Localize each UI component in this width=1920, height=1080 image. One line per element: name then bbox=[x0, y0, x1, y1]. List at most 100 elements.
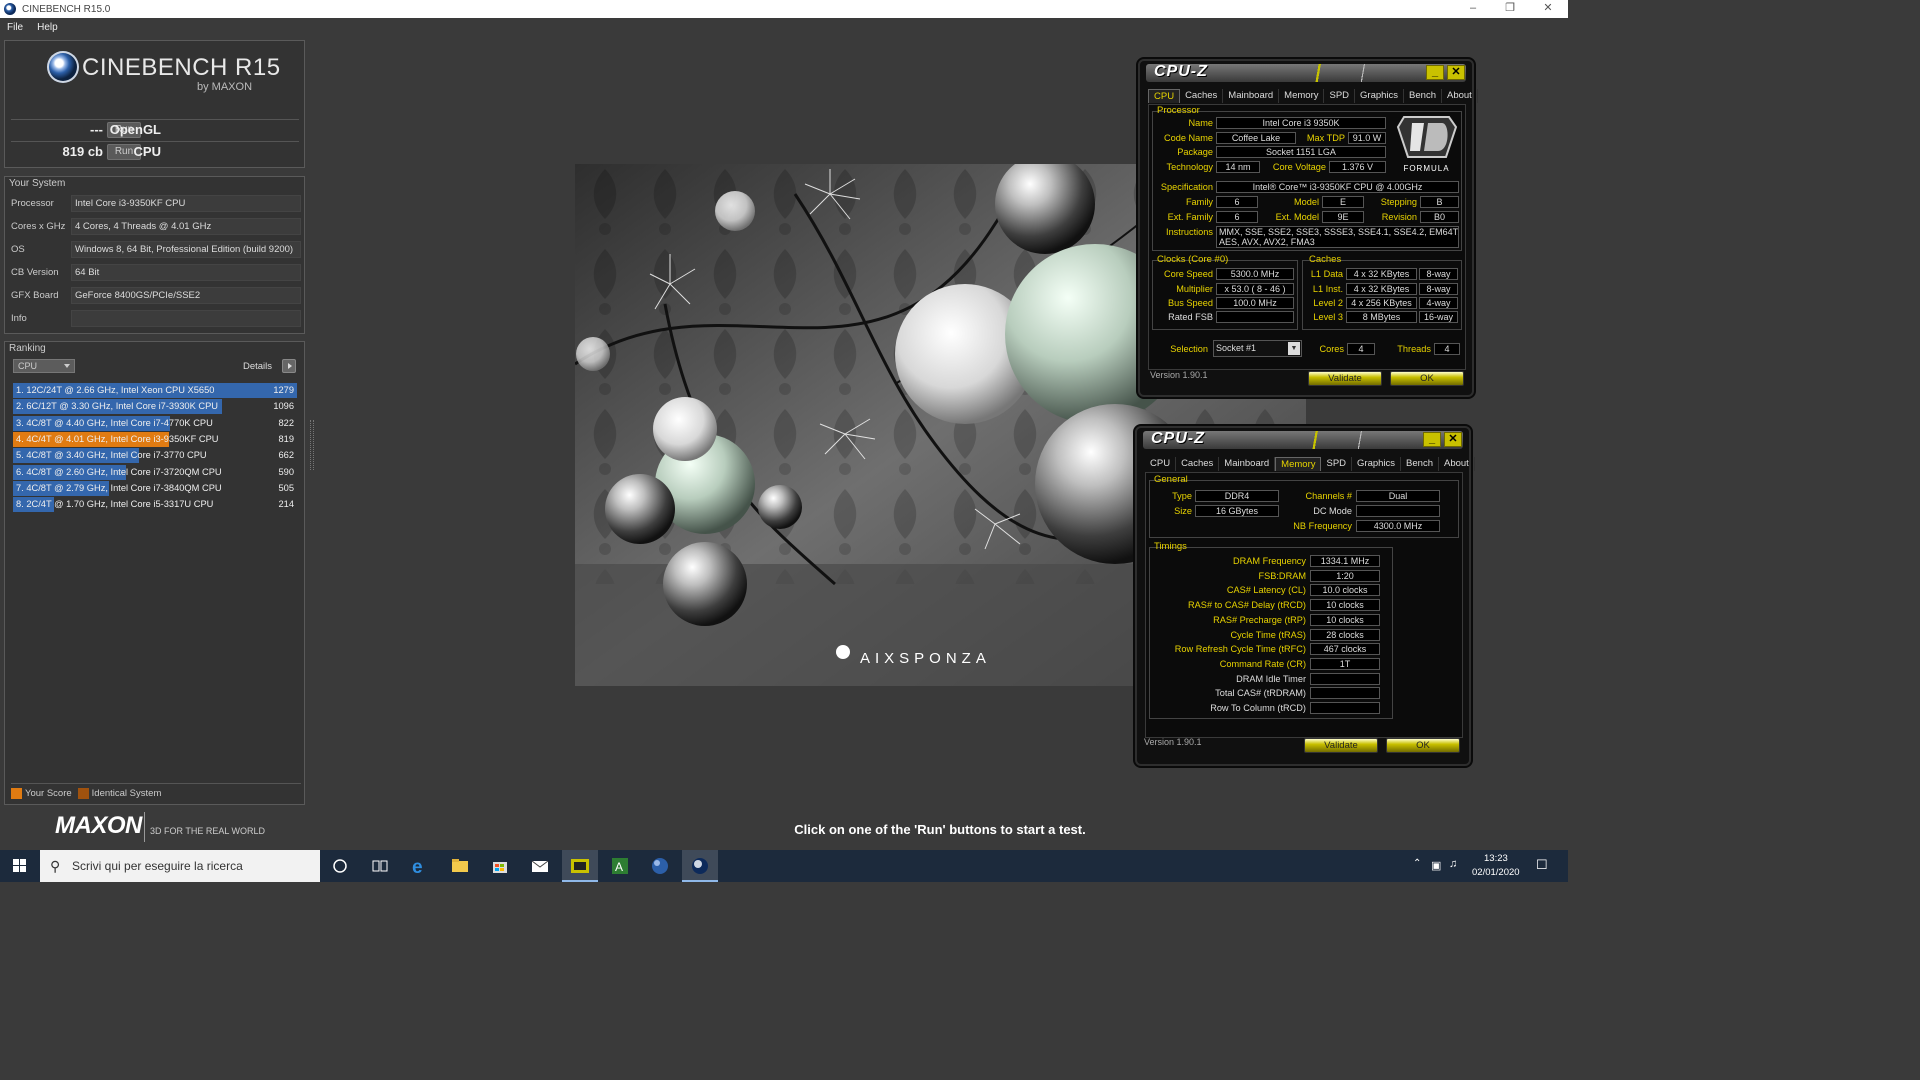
ok-button[interactable]: OK bbox=[1390, 371, 1464, 386]
revision-value: B0 bbox=[1420, 211, 1459, 223]
ranking-row[interactable]: 8. 2C/4T @ 1.70 GHz, Intel Core i5-3317U… bbox=[13, 497, 297, 513]
timing-value bbox=[1310, 687, 1380, 700]
close-icon[interactable]: ✕ bbox=[1447, 65, 1465, 80]
tab-bench[interactable]: Bench bbox=[1401, 457, 1439, 471]
windows-start-icon[interactable] bbox=[0, 850, 38, 882]
close-icon[interactable]: ✕ bbox=[1530, 0, 1566, 18]
minimize-icon[interactable]: _ bbox=[1426, 65, 1444, 80]
tab-about[interactable]: About bbox=[1439, 457, 1475, 471]
app-a-icon[interactable]: A bbox=[610, 856, 630, 876]
voltage-value: 1.376 V bbox=[1329, 161, 1386, 173]
clock-date[interactable]: 02/01/2020 bbox=[1472, 867, 1520, 878]
ranking-type-select[interactable]: CPU bbox=[13, 359, 75, 373]
tab-spd[interactable]: SPD bbox=[1321, 457, 1353, 471]
ranking-row[interactable]: 3. 4C/8T @ 4.40 GHz, Intel Core i7-4770K… bbox=[13, 415, 297, 431]
menu-help[interactable]: Help bbox=[30, 22, 65, 33]
taskbar: ⚲ Scrivi qui per eseguire la ricerca e A… bbox=[0, 850, 1568, 882]
stepping-label: Stepping bbox=[1380, 197, 1417, 207]
maximize-icon[interactable]: ❐ bbox=[1492, 0, 1528, 18]
taskbar-search-box[interactable]: ⚲ Scrivi qui per eseguire la ricerca bbox=[40, 850, 320, 882]
maxon-divider bbox=[144, 812, 145, 842]
name-value: Intel Core i3 9350K bbox=[1216, 117, 1386, 129]
tab-caches[interactable]: Caches bbox=[1176, 457, 1220, 471]
store-icon[interactable] bbox=[490, 856, 510, 876]
tab-about[interactable]: About bbox=[1442, 89, 1478, 103]
tab-mainboard[interactable]: Mainboard bbox=[1223, 89, 1280, 103]
notifications-icon[interactable]: ☐ bbox=[1536, 857, 1548, 873]
ranking-row-label: 4. 4C/4T @ 4.01 GHz, Intel Core i3-9350K… bbox=[16, 433, 219, 444]
logo-name: CINEBENCH R15 bbox=[82, 54, 281, 81]
codename-label: Code Name bbox=[1163, 133, 1213, 143]
task-view-icon[interactable] bbox=[370, 856, 390, 876]
ranking-row[interactable]: 4. 4C/4T @ 4.01 GHz, Intel Core i3-9350K… bbox=[13, 431, 297, 447]
cpuz-titlebar[interactable]: CPU-Z _ ✕ bbox=[1143, 430, 1463, 449]
timing-label: Row Refresh Cycle Time (tRFC) bbox=[1174, 644, 1306, 655]
mail-icon[interactable] bbox=[530, 856, 550, 876]
ok-button[interactable]: OK bbox=[1386, 738, 1460, 753]
tab-graphics[interactable]: Graphics bbox=[1355, 89, 1405, 103]
search-icon: ⚲ bbox=[50, 858, 61, 874]
tab-caches[interactable]: Caches bbox=[1180, 89, 1224, 103]
tab-memory[interactable]: Memory bbox=[1275, 457, 1322, 471]
formula-label: FORMULA bbox=[1403, 164, 1450, 173]
multiplier-label: Multiplier bbox=[1176, 284, 1213, 294]
ranking-row[interactable]: 5. 4C/8T @ 3.40 GHz, Intel Core i7-3770 … bbox=[13, 448, 297, 464]
score-panel: CINEBENCH R15 by MAXON OpenGL --- Run CP… bbox=[4, 40, 305, 168]
tab-spd[interactable]: SPD bbox=[1324, 89, 1356, 103]
extfamily-value: 6 bbox=[1216, 211, 1258, 223]
tray-chevron-up-icon[interactable]: ⌃ bbox=[1413, 858, 1421, 869]
tab-memory[interactable]: Memory bbox=[1279, 89, 1325, 103]
cpuz-taskbar-button[interactable] bbox=[562, 850, 598, 882]
tab-cpu[interactable]: CPU bbox=[1148, 89, 1181, 103]
ranking-row-score: 590 bbox=[278, 466, 294, 477]
cpuz-titlebar[interactable]: CPU-Z _ ✕ bbox=[1146, 63, 1466, 82]
corespeed-value: 5300.0 MHz bbox=[1216, 268, 1294, 280]
minimize-icon[interactable]: _ bbox=[1423, 432, 1441, 447]
file-explorer-icon[interactable] bbox=[450, 856, 470, 876]
ratedfsb-value bbox=[1216, 311, 1294, 323]
tab-cpu[interactable]: CPU bbox=[1145, 457, 1177, 471]
sys-row-cbversion: CB Version 64 Bit bbox=[11, 263, 301, 281]
details-label[interactable]: Details bbox=[243, 361, 272, 372]
cinebench-logo: CINEBENCH R15 bbox=[47, 51, 281, 83]
cinebench-taskbar-button[interactable] bbox=[682, 850, 718, 882]
your-score-legend: Your Score bbox=[25, 788, 72, 799]
tab-graphics[interactable]: Graphics bbox=[1352, 457, 1402, 471]
stepping-value: B bbox=[1420, 196, 1459, 208]
validate-button[interactable]: Validate bbox=[1308, 371, 1382, 386]
nbfreq-label: NB Frequency bbox=[1293, 521, 1352, 531]
clock-time[interactable]: 13:23 bbox=[1484, 853, 1508, 864]
ranking-row[interactable]: 6. 4C/8T @ 2.60 GHz, Intel Core i7-3720Q… bbox=[13, 464, 297, 480]
ranking-row[interactable]: 7. 4C/8T @ 2.79 GHz, Intel Core i7-3840Q… bbox=[13, 480, 297, 496]
tab-mainboard[interactable]: Mainboard bbox=[1219, 457, 1276, 471]
validate-button[interactable]: Validate bbox=[1304, 738, 1378, 753]
ranking-row-score: 505 bbox=[278, 482, 294, 493]
ranking-row[interactable]: 2. 6C/12T @ 3.30 GHz, Intel Core i7-3930… bbox=[13, 399, 297, 415]
network-icon[interactable]: ▣ bbox=[1431, 859, 1441, 872]
model-label: Model bbox=[1293, 197, 1319, 207]
channels-value: Dual bbox=[1356, 490, 1440, 502]
sys-value: Intel Core i3-9350KF CPU bbox=[71, 194, 301, 212]
minimize-icon[interactable]: – bbox=[1455, 0, 1491, 18]
volume-icon[interactable]: ♫ bbox=[1449, 858, 1457, 870]
package-value: Socket 1151 LGA bbox=[1216, 146, 1386, 158]
details-arrow-icon[interactable] bbox=[282, 359, 296, 373]
selection-dropdown[interactable]: Socket #1 ▼ bbox=[1213, 340, 1302, 357]
cpuz-tabs: CPU Caches Mainboard Memory SPD Graphics… bbox=[1145, 457, 1475, 471]
extmodel-value: 9E bbox=[1322, 211, 1364, 223]
menu-bar: File Help bbox=[0, 18, 1568, 36]
ranking-row[interactable]: 1. 12C/24T @ 2.66 GHz, Intel Xeon CPU X5… bbox=[13, 383, 297, 398]
tab-bench[interactable]: Bench bbox=[1404, 89, 1442, 103]
close-icon[interactable]: ✕ bbox=[1444, 432, 1462, 447]
ranking-row-label: 2. 6C/12T @ 3.30 GHz, Intel Core i7-3930… bbox=[16, 401, 219, 412]
identical-system-legend: Identical System bbox=[91, 788, 162, 799]
busspeed-label: Bus Speed bbox=[1168, 298, 1213, 308]
family-value: 6 bbox=[1216, 196, 1258, 208]
edge-icon[interactable]: e bbox=[410, 856, 430, 878]
menu-file[interactable]: File bbox=[0, 22, 30, 33]
globe-app-icon[interactable] bbox=[650, 856, 670, 876]
sys-row-info: Info bbox=[11, 309, 301, 327]
panel-resize-grip[interactable] bbox=[310, 420, 314, 470]
info-field[interactable] bbox=[71, 309, 301, 327]
cortana-icon[interactable] bbox=[330, 856, 350, 876]
